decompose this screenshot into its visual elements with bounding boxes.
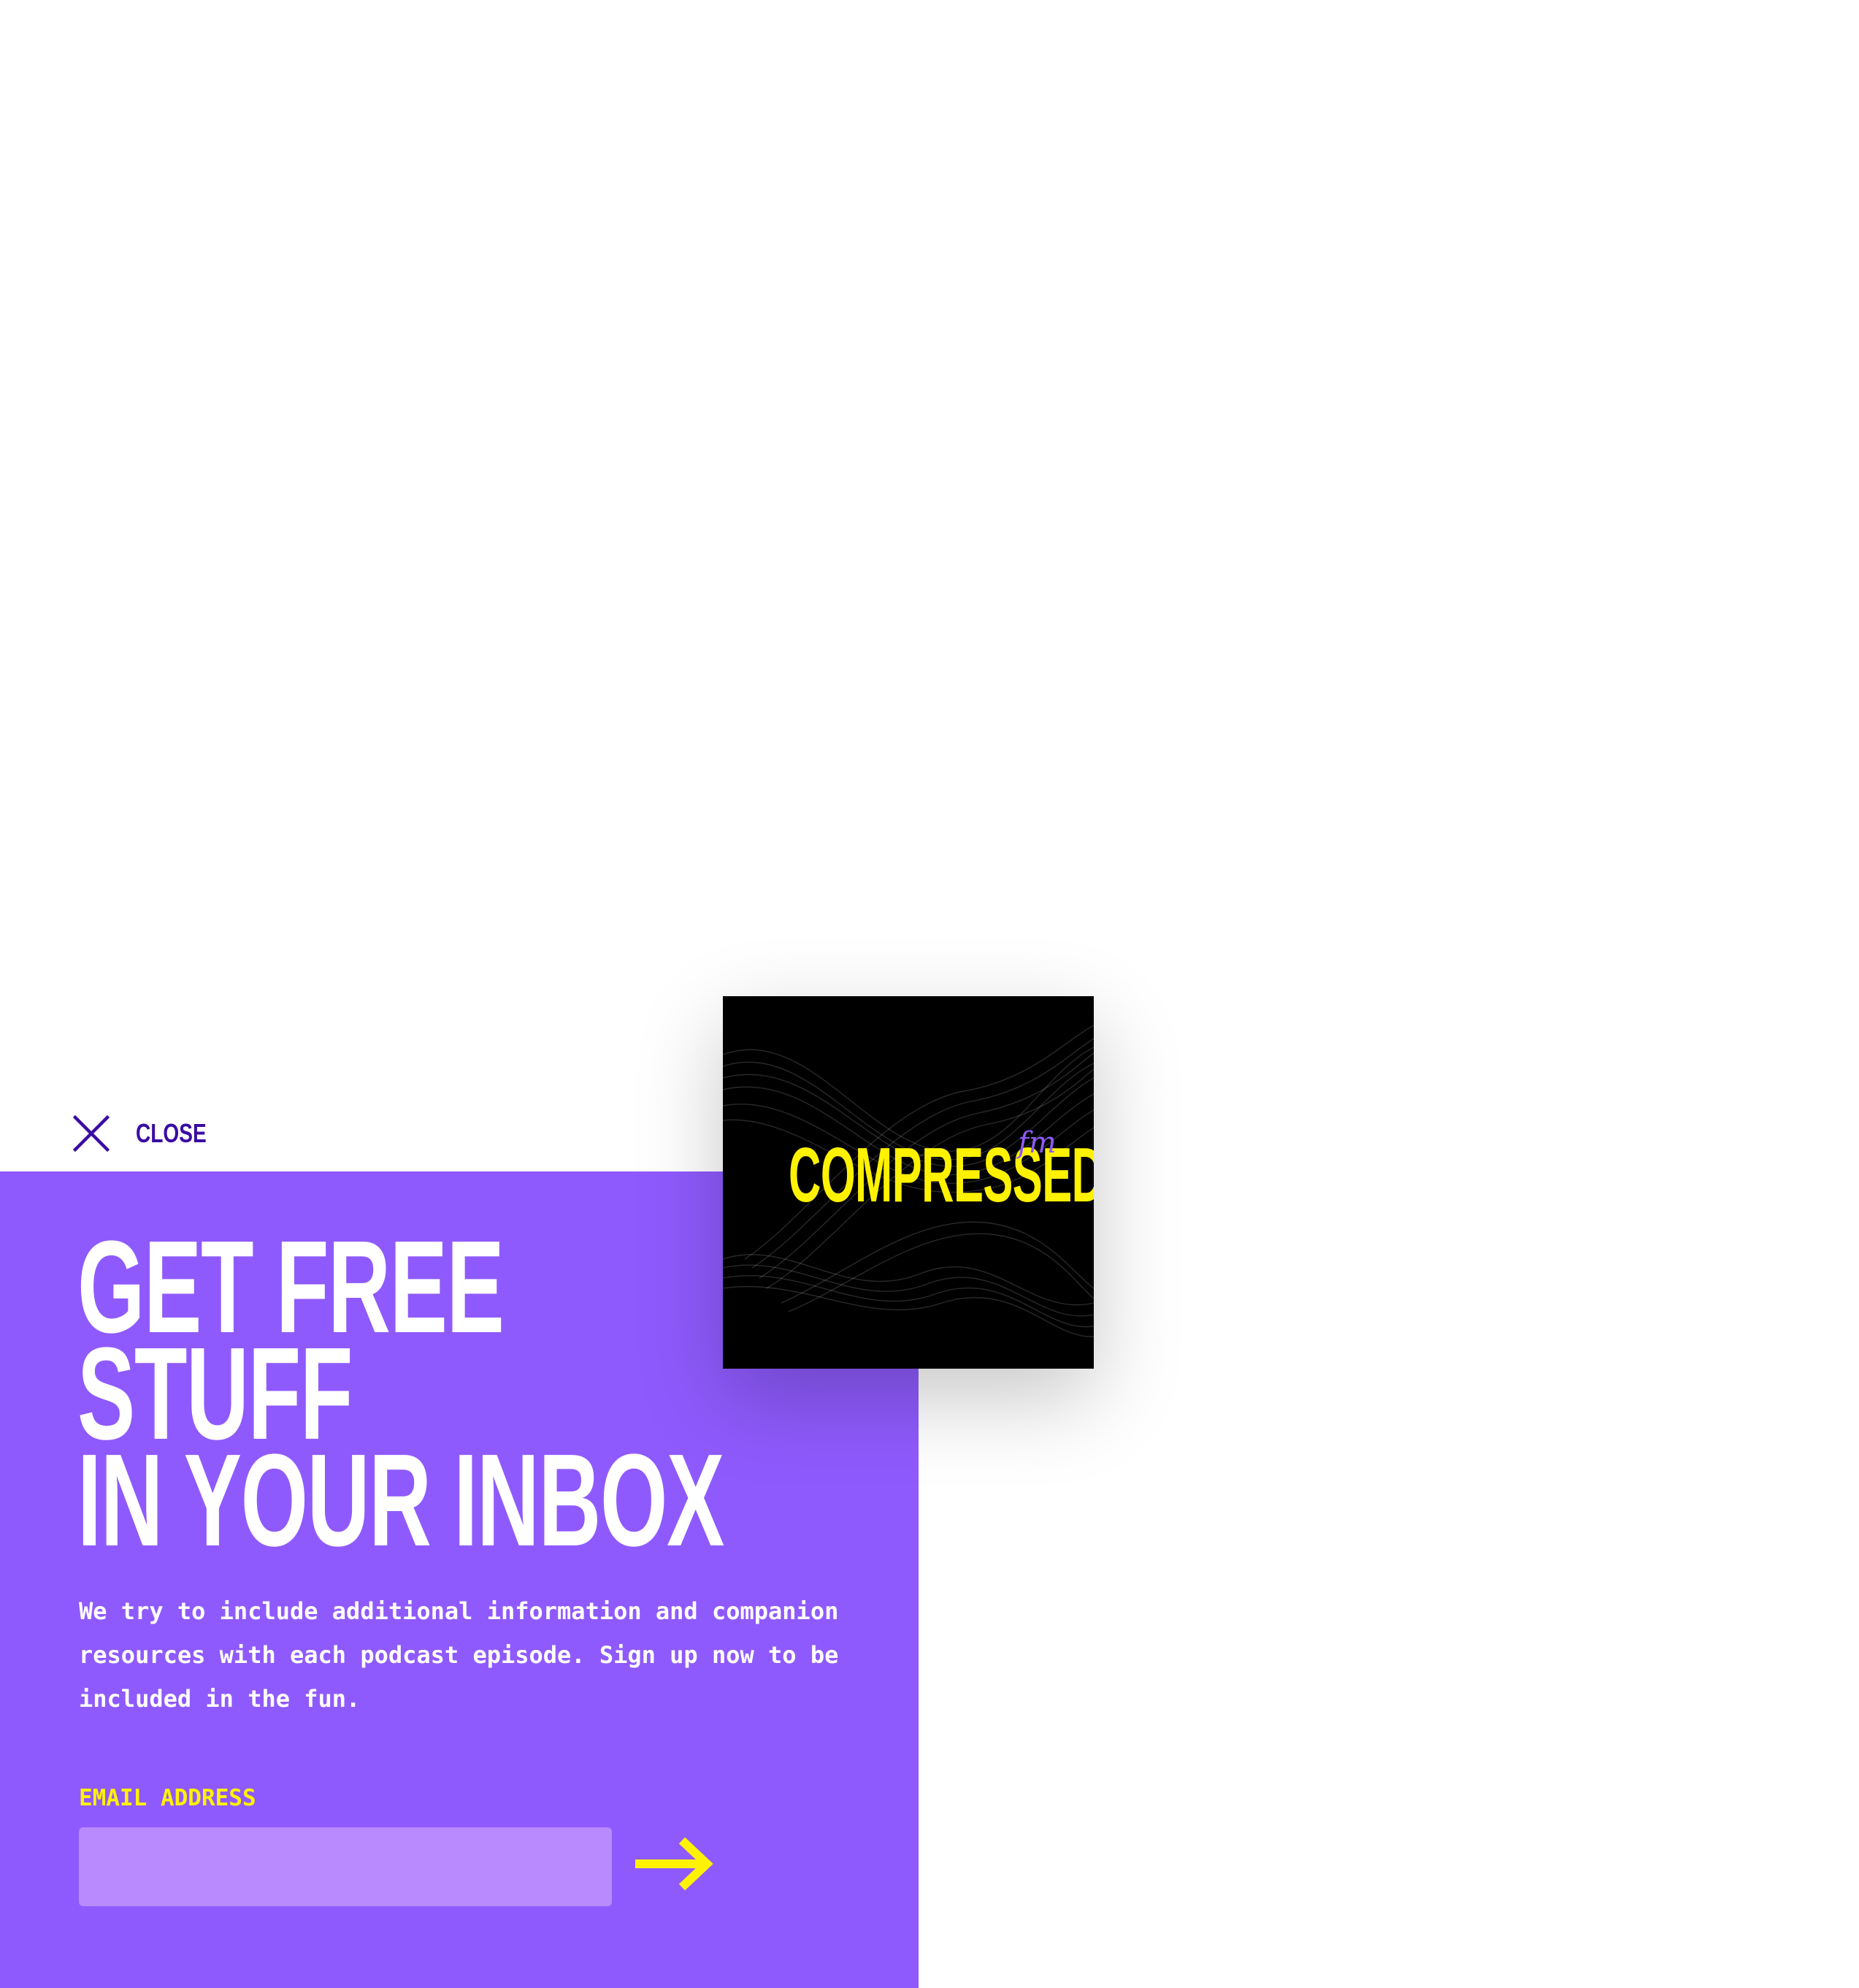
submit-button[interactable] bbox=[634, 1833, 716, 1895]
close-button[interactable]: CLOSE bbox=[73, 1112, 226, 1155]
podcast-artwork: COMPRESSED fm bbox=[723, 996, 1094, 1369]
close-icon bbox=[73, 1115, 110, 1152]
arrow-right-icon bbox=[634, 1833, 716, 1895]
artwork-suffix: fm bbox=[1018, 1126, 1057, 1160]
email-field[interactable] bbox=[79, 1827, 612, 1906]
email-label: EMAIL ADDRESS bbox=[79, 1785, 256, 1811]
signup-description: We try to include additional information… bbox=[79, 1597, 839, 1713]
headline-line: IN YOUR INBOX bbox=[77, 1427, 724, 1574]
signup-headline: GET FREE STUFF IN YOUR INBOX bbox=[77, 1222, 724, 1574]
close-label: CLOSE bbox=[136, 1118, 207, 1148]
